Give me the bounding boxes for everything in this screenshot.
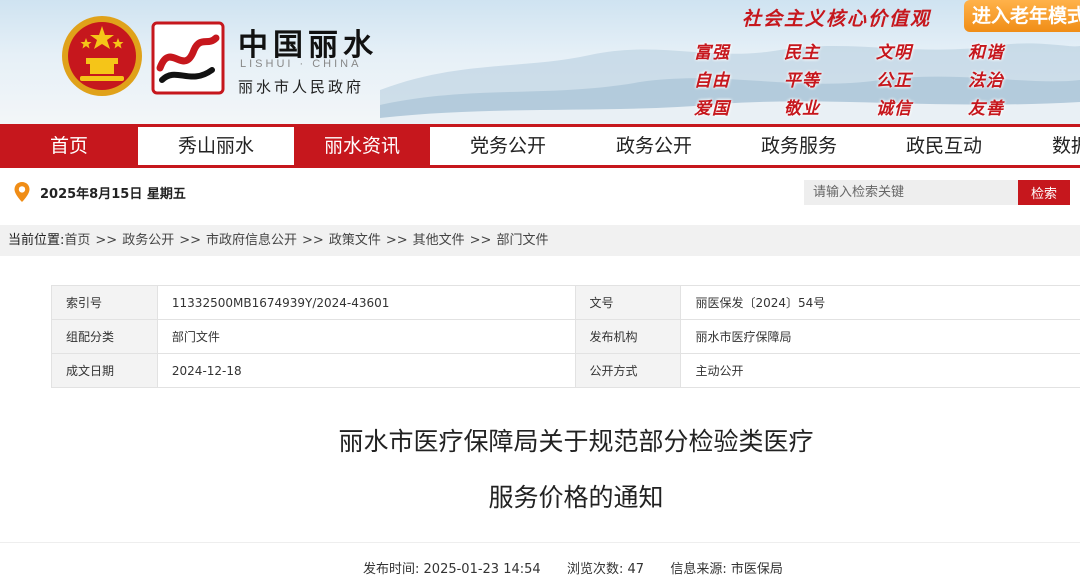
breadcrumb-separator: >> xyxy=(302,233,324,248)
core-values-grid: 富强 民主 文明 和谐 自由 平等 公正 法治 爱国 敬业 诚信 友善 xyxy=(690,38,1050,122)
core-value: 和谐 xyxy=(968,43,1004,63)
publish-time-value: 2025-01-23 14:54 xyxy=(423,562,541,577)
elderly-mode-button[interactable]: 进入老年模式 xyxy=(964,0,1080,32)
disclosure-method-value: 主动公开 xyxy=(680,353,1080,388)
core-value: 敬业 xyxy=(784,99,820,119)
breadcrumb-separator: >> xyxy=(179,233,202,248)
core-value: 自由 xyxy=(694,71,730,91)
search-input[interactable] xyxy=(804,180,1018,205)
search-button[interactable]: 检索 xyxy=(1018,180,1070,205)
lishui-logo-icon xyxy=(151,21,225,95)
core-value: 公正 xyxy=(876,71,912,91)
views-count: 47 xyxy=(627,562,645,577)
views-label: 浏览次数: xyxy=(566,562,624,577)
breadcrumb-item-dept-docs[interactable]: 部门文件 xyxy=(496,233,548,248)
source-value: 市医保局 xyxy=(730,562,783,577)
nav-item-gov-affairs[interactable]: 政务公开 xyxy=(584,127,724,165)
site-name: 丽水市人民政府 xyxy=(238,78,365,96)
index-value: 11332500MB1674939Y/2024-43601 xyxy=(156,285,576,320)
written-date-value: 2024-12-18 xyxy=(156,353,576,388)
national-emblem-icon xyxy=(62,16,142,96)
core-value: 法治 xyxy=(968,71,1004,91)
core-value: 富强 xyxy=(694,43,730,63)
nav-item-open-data[interactable]: 数据开放 xyxy=(1040,127,1080,165)
core-value: 平等 xyxy=(784,71,820,91)
header-banner: 中国丽水 LISHUI · CHINA 丽水市人民政府 社会主义核心价值观 进入… xyxy=(0,0,1080,124)
breadcrumb-separator: >> xyxy=(95,233,118,248)
breadcrumb-item-policy-docs[interactable]: 政策文件 xyxy=(329,233,381,248)
written-date-label: 成文日期 xyxy=(51,353,158,388)
doc-number-label: 文号 xyxy=(574,285,682,320)
breadcrumb-label: 当前位置: xyxy=(8,233,65,248)
index-label: 索引号 xyxy=(51,285,158,320)
core-value: 友善 xyxy=(968,99,1004,119)
nav-item-interaction[interactable]: 政民互动 xyxy=(874,127,1014,165)
nav-item-gov-services[interactable]: 政务服务 xyxy=(729,127,869,165)
core-value: 民主 xyxy=(784,43,820,63)
breadcrumb-item-info-disclosure[interactable]: 市政府信息公开 xyxy=(206,233,297,248)
breadcrumb-item-home[interactable]: 首页 xyxy=(64,233,90,248)
category-label: 组配分类 xyxy=(51,319,158,354)
nav-item-party-affairs[interactable]: 党务公开 xyxy=(438,127,578,165)
nav-item-xiushan-lishui[interactable]: 秀山丽水 xyxy=(146,127,286,165)
article-title-line-1: 丽水市医疗保障局关于规范部分检验类医疗 xyxy=(338,427,814,456)
current-date: 2025年8月15日 星期五 xyxy=(40,187,186,202)
divider xyxy=(0,542,1080,543)
article-title-line-2: 服务价格的通知 xyxy=(488,483,664,512)
issuer-label: 发布机构 xyxy=(574,319,682,354)
breadcrumb-separator: >> xyxy=(469,233,492,248)
site-subtitle: LISHUI · CHINA xyxy=(240,58,362,70)
doc-number-value: 丽医保发〔2024〕54号 xyxy=(680,285,1080,320)
breadcrumb: 当前位置:首页 >> 政务公开 >> 市政府信息公开 >> 政策文件 >> 其他文件 >> 部门文件 xyxy=(0,225,1080,256)
core-values-slogan: 社会主义核心价值观 xyxy=(742,8,932,30)
table-row: 索引号 11332500MB1674939Y/2024-43601 文号 丽医保… xyxy=(51,285,1080,320)
category-value: 部门文件 xyxy=(156,319,576,354)
date-search-bar: 2025年8月15日 星期五 检索 xyxy=(0,170,1080,216)
breadcrumb-separator: >> xyxy=(385,233,408,248)
nav-item-home[interactable]: 首页 xyxy=(0,127,138,165)
article-info-bar: 发布时间: 2025-01-23 14:54 浏览次数: 47 信息来源: 市医… xyxy=(363,558,783,577)
source-label: 信息来源: xyxy=(670,562,727,577)
publish-time-label: 发布时间: xyxy=(363,562,420,577)
breadcrumb-item-other-docs[interactable]: 其他文件 xyxy=(413,233,465,248)
core-value: 文明 xyxy=(876,43,912,63)
document-meta-table: 索引号 11332500MB1674939Y/2024-43601 文号 丽医保… xyxy=(51,285,1080,388)
issuer-value: 丽水市医疗保障局 xyxy=(680,319,1080,354)
article-title: 丽水市医疗保障局关于规范部分检验类医疗 服务价格的通知 xyxy=(0,414,1080,526)
main-nav: 首页 秀山丽水 丽水资讯 党务公开 政务公开 政务服务 政民互动 数据开放 xyxy=(0,124,1080,168)
core-value: 诚信 xyxy=(876,99,912,119)
table-row: 组配分类 部门文件 发布机构 丽水市医疗保障局 xyxy=(51,319,1080,354)
table-row: 成文日期 2024-12-18 公开方式 主动公开 xyxy=(51,353,1080,388)
location-pin-icon xyxy=(14,182,30,202)
disclosure-method-label: 公开方式 xyxy=(574,353,682,388)
breadcrumb-item-gov-affairs[interactable]: 政务公开 xyxy=(122,233,174,248)
core-value: 爱国 xyxy=(694,99,730,119)
nav-item-lishui-news[interactable]: 丽水资讯 xyxy=(294,127,430,165)
